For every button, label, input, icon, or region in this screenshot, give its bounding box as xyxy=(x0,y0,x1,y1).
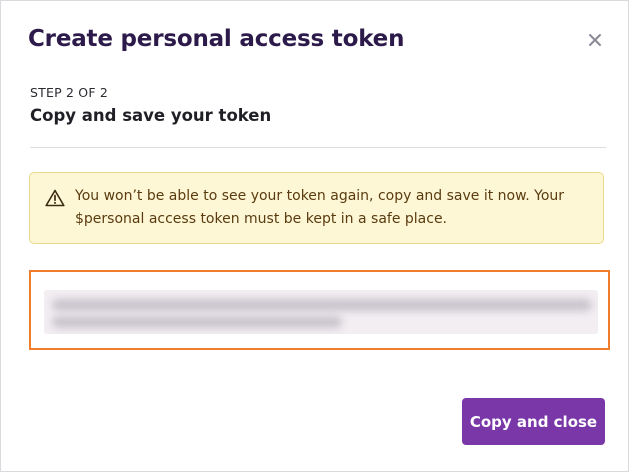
warning-banner: You won’t be able to see your token agai… xyxy=(29,172,604,244)
divider xyxy=(30,147,606,148)
create-token-dialog: Create personal access token STEP 2 OF 2… xyxy=(0,0,629,472)
token-highlight xyxy=(29,270,610,350)
obscured-token-line xyxy=(52,299,592,311)
warning-text: You won’t be able to see your token agai… xyxy=(75,188,565,227)
dialog-title: Create personal access token xyxy=(28,26,405,52)
close-icon[interactable] xyxy=(585,30,605,50)
step-subtitle: Copy and save your token xyxy=(30,106,272,125)
warning-triangle-icon xyxy=(45,189,65,207)
copy-and-close-button[interactable]: Copy and close xyxy=(462,398,605,445)
step-indicator: STEP 2 OF 2 xyxy=(30,85,109,100)
token-value-field[interactable] xyxy=(44,290,598,334)
obscured-token-line xyxy=(52,316,342,328)
